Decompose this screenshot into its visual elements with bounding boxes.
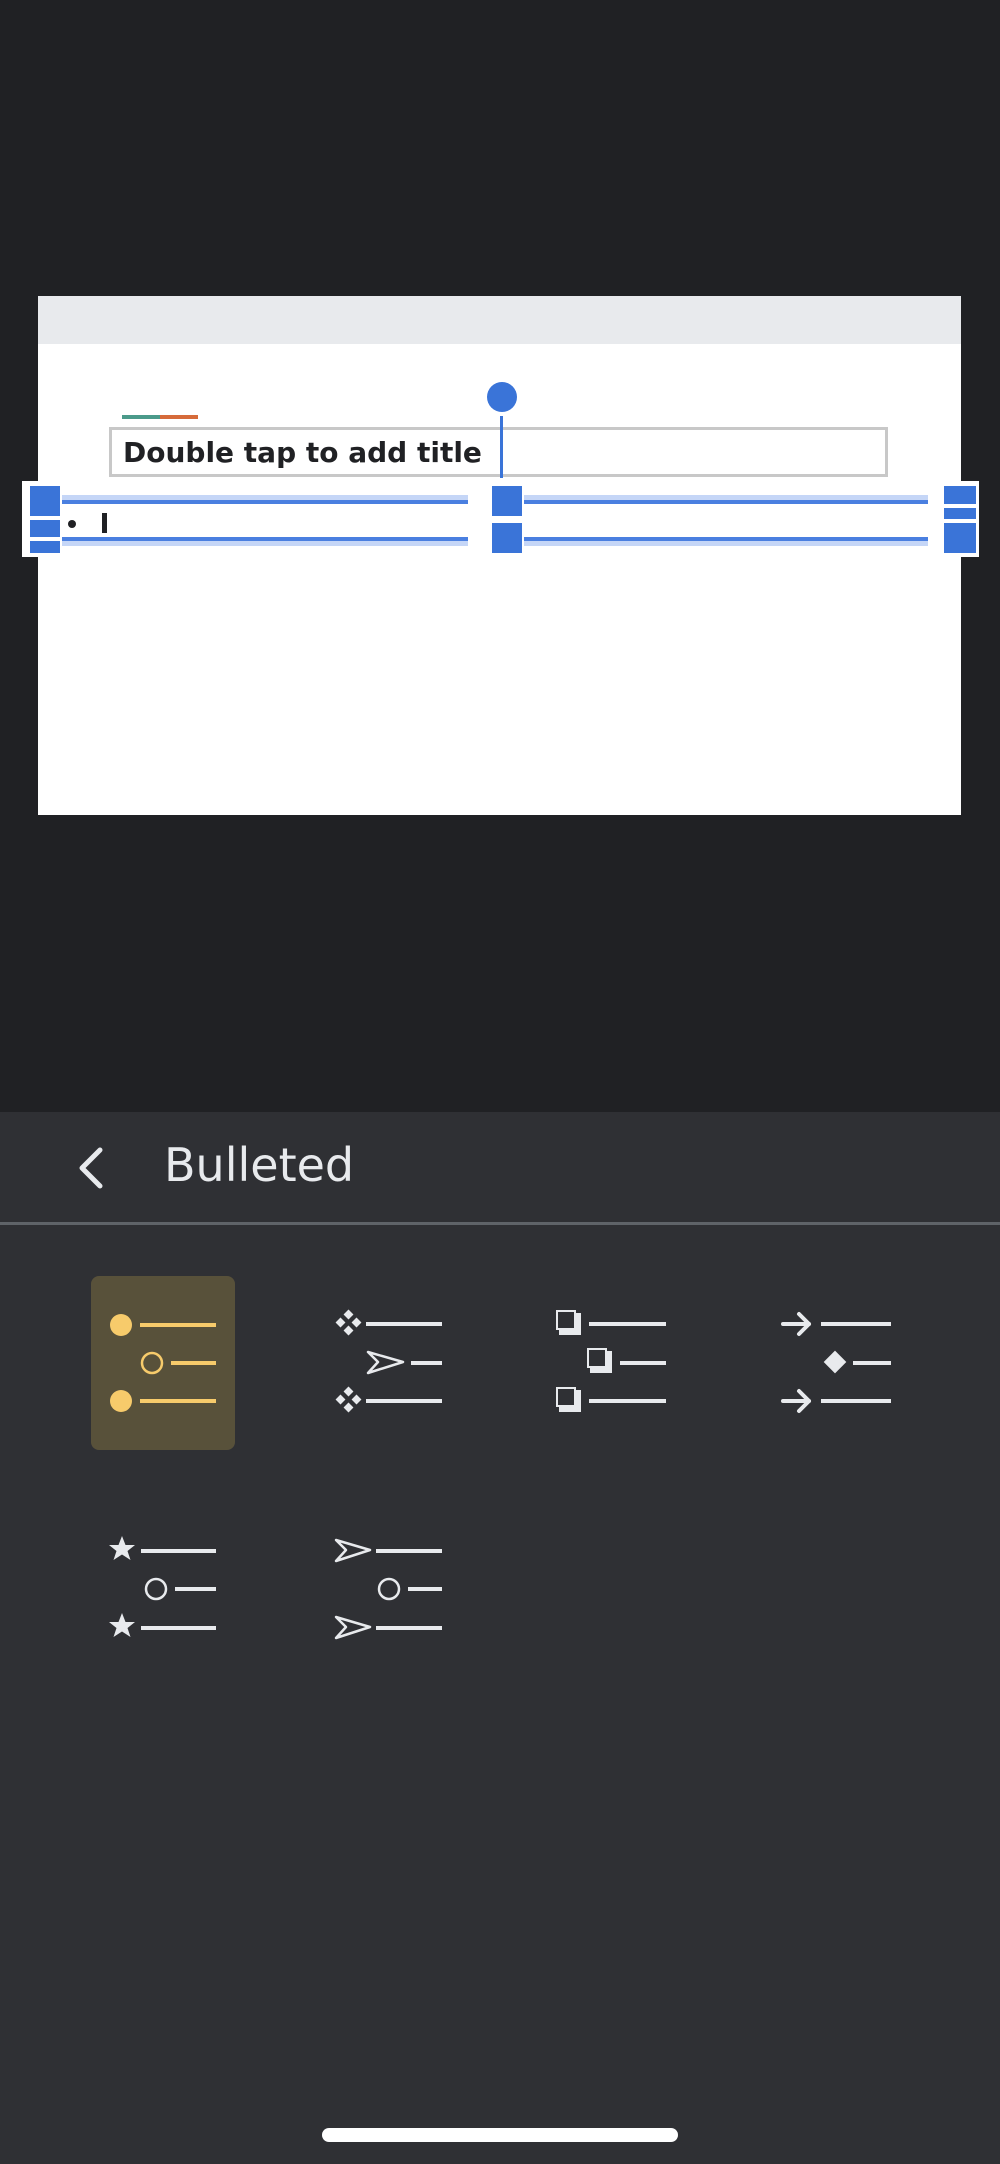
bullet-panel: Bulleted [0,1112,1000,2164]
panel-title: Bulleted [164,1138,355,1192]
bullet-option-diamond-arrowhead[interactable] [316,1276,460,1450]
bullet-option-shadowed-square[interactable] [541,1276,685,1450]
selection-highlight [508,541,928,546]
selection-edge-top-right [508,500,928,504]
selection-highlight [48,541,468,546]
title-placeholder[interactable]: Double tap to add title [109,427,888,477]
resize-handle-bottom-right[interactable] [942,521,978,555]
resize-handle-bottom-center[interactable] [490,521,524,555]
accent-bar-green [122,415,160,419]
slide-canvas: Double tap to add title [0,0,1000,1112]
title-placeholder-text: Double tap to add title [123,435,482,469]
diamond-arrowhead-bullets-icon [335,1309,442,1413]
arrowhead-circle-bullets-icon [334,1538,442,1640]
bullet-option-arrowhead-circle[interactable] [316,1526,460,1700]
resize-handle-bottom-left[interactable] [28,539,62,555]
rotate-handle-stem [500,416,503,478]
back-button[interactable] [60,1136,124,1200]
resize-handle-right-mid[interactable] [942,506,978,521]
text-cursor [102,513,107,533]
shadowed-square-bullets-icon [556,1310,666,1412]
resize-handle-top-left[interactable] [28,484,62,518]
star-circle-bullets-icon [109,1536,216,1637]
bullet-option-arrow-diamond[interactable] [766,1276,910,1450]
rotate-handle[interactable] [487,382,517,412]
arrow-diamond-bullets-icon [781,1312,891,1413]
slide-header-band [38,296,961,344]
accent-bar-orange [160,415,198,419]
resize-handle-top-center[interactable] [490,484,524,518]
filled-hollow-circle-bullets-icon [110,1314,216,1412]
bullet-dot [68,520,76,528]
chevron-left-icon [79,1147,103,1189]
selection-edge-top-left [48,500,468,504]
bullet-option-star-circle[interactable] [91,1526,235,1700]
body-text-box[interactable] [22,481,979,557]
panel-header: Bulleted [0,1112,1000,1222]
slide[interactable]: Double tap to add title [22,296,979,815]
bullet-option-filled-circle[interactable] [91,1276,235,1450]
home-indicator[interactable] [322,2128,678,2142]
resize-handle-left-mid[interactable] [28,518,62,539]
resize-handle-top-right[interactable] [942,484,978,506]
panel-divider [0,1222,1000,1225]
